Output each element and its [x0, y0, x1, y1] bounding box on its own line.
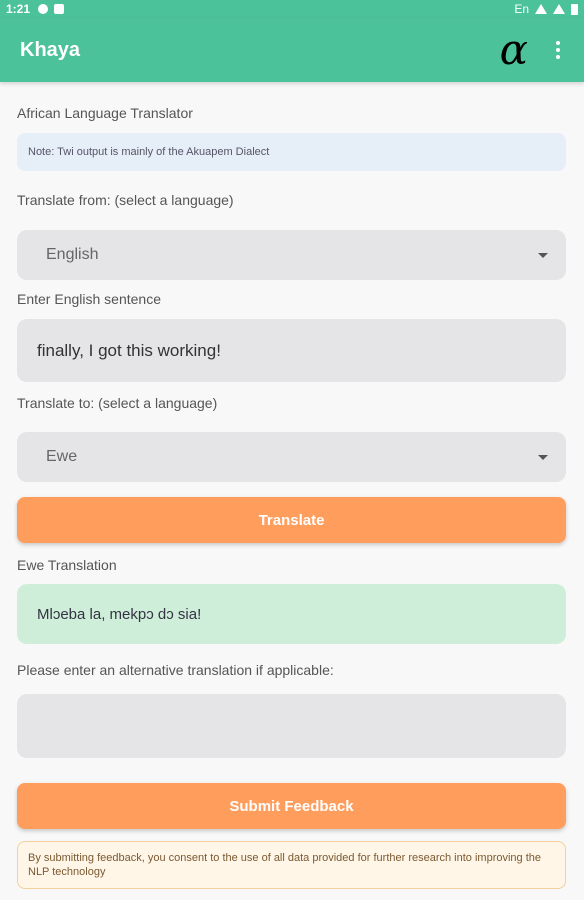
- from-language-label: Translate from: (select a language): [17, 192, 234, 208]
- alt-translation-label: Please enter an alternative translation …: [17, 662, 334, 678]
- to-language-label: Translate to: (select a language): [17, 395, 218, 411]
- input-label: Enter English sentence: [17, 291, 161, 307]
- input-language: En: [514, 2, 529, 16]
- battery-icon: [571, 3, 578, 15]
- app-title: Khaya: [20, 38, 81, 61]
- to-language-select[interactable]: Ewe: [17, 432, 566, 482]
- chevron-down-icon: [538, 252, 548, 258]
- alt-translation-input[interactable]: [17, 694, 566, 758]
- notification-icon: [38, 4, 49, 14]
- chevron-down-icon: [538, 454, 548, 460]
- sentence-input[interactable]: finally, I got this working!: [17, 319, 566, 382]
- app-bar: Khaya α: [0, 18, 584, 82]
- translation-result-text: Mlɔeba la, mekpɔ dɔ sia!: [37, 605, 202, 623]
- sentence-input-value: finally, I got this working!: [37, 340, 221, 360]
- submit-feedback-button[interactable]: Submit Feedback: [17, 783, 566, 829]
- result-label: Ewe Translation: [17, 557, 117, 573]
- status-icons: En: [514, 2, 578, 16]
- alpha-logo-icon: α: [499, 25, 528, 74]
- to-language-value: Ewe: [46, 448, 78, 465]
- translation-result: Mlɔeba la, mekpɔ dɔ sia!: [17, 584, 566, 644]
- translate-button[interactable]: Translate: [17, 497, 566, 543]
- overflow-menu-icon[interactable]: [552, 37, 564, 63]
- page-heading: African Language Translator: [17, 105, 193, 121]
- from-language-select[interactable]: English: [17, 230, 566, 280]
- signal-icon: [553, 4, 565, 14]
- status-bar: 1:21 En: [0, 0, 584, 18]
- consent-notice: By submitting feedback, you consent to t…: [17, 841, 566, 889]
- storage-icon: [54, 4, 65, 14]
- from-language-value: English: [46, 246, 99, 263]
- dialect-note: Note: Twi output is mainly of the Akuape…: [17, 133, 566, 171]
- status-time: 1:21: [6, 2, 31, 16]
- wifi-icon: [535, 4, 547, 14]
